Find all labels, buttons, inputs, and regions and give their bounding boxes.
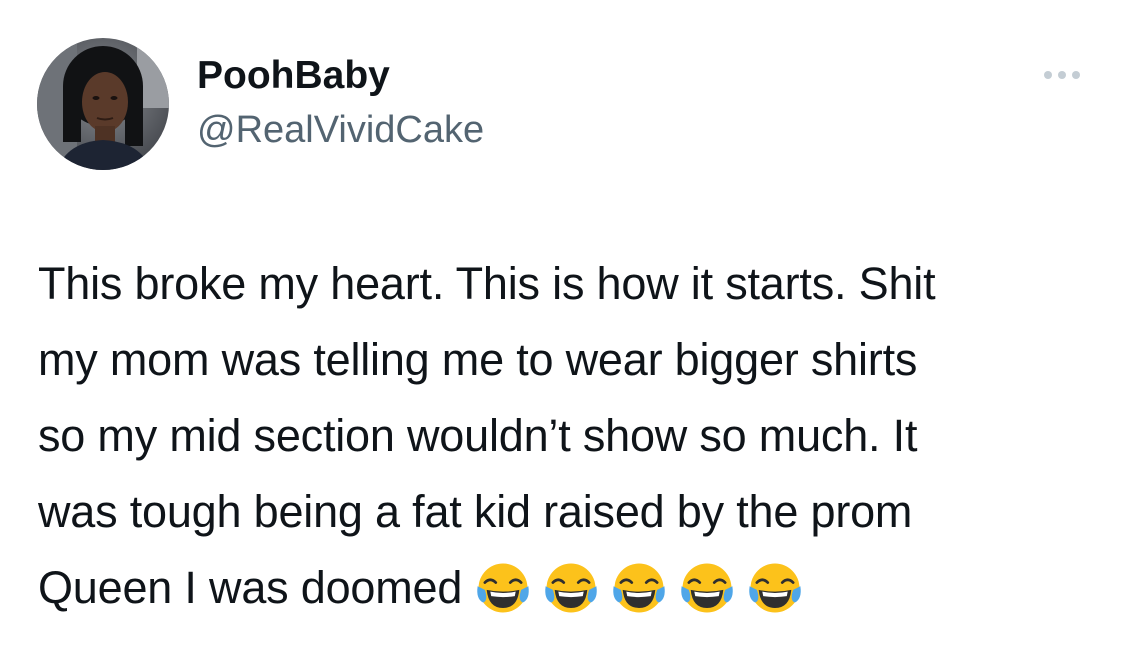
avatar-photo <box>37 38 169 170</box>
tweet-text-line: my mom was telling me to wear bigger shi… <box>38 334 918 385</box>
more-horizontal-icon <box>1044 71 1052 79</box>
tweet-text-line: This broke my heart. This is how it star… <box>38 258 936 309</box>
tweet-card: PoohBaby @RealVividCake This broke my he… <box>0 0 1125 657</box>
more-horizontal-icon-dot <box>1072 71 1080 79</box>
tweet-text-line-last: Queen I was doomed <box>38 550 1098 626</box>
tweet-text: This broke my heart. This is how it star… <box>38 246 1098 626</box>
avatar[interactable] <box>37 38 169 170</box>
face-with-tears-of-joy-icon <box>477 563 529 613</box>
user-handle[interactable]: @RealVividCake <box>197 106 484 154</box>
face-with-tears-of-joy-icon <box>545 563 597 613</box>
tweet-text-line: was tough being a fat kid raised by the … <box>38 486 913 537</box>
face-with-tears-of-joy-icon <box>613 563 665 613</box>
more-options-button[interactable] <box>1032 58 1092 92</box>
emoji-row <box>474 559 804 617</box>
display-name[interactable]: PoohBaby <box>197 52 390 100</box>
face-with-tears-of-joy-icon <box>681 563 733 613</box>
tweet-text-line: so my mid section wouldn’t show so much.… <box>38 410 918 461</box>
more-horizontal-icon-dot <box>1058 71 1066 79</box>
tweet-text-segment: Queen I was doomed <box>38 562 463 613</box>
face-with-tears-of-joy-icon <box>749 563 801 613</box>
